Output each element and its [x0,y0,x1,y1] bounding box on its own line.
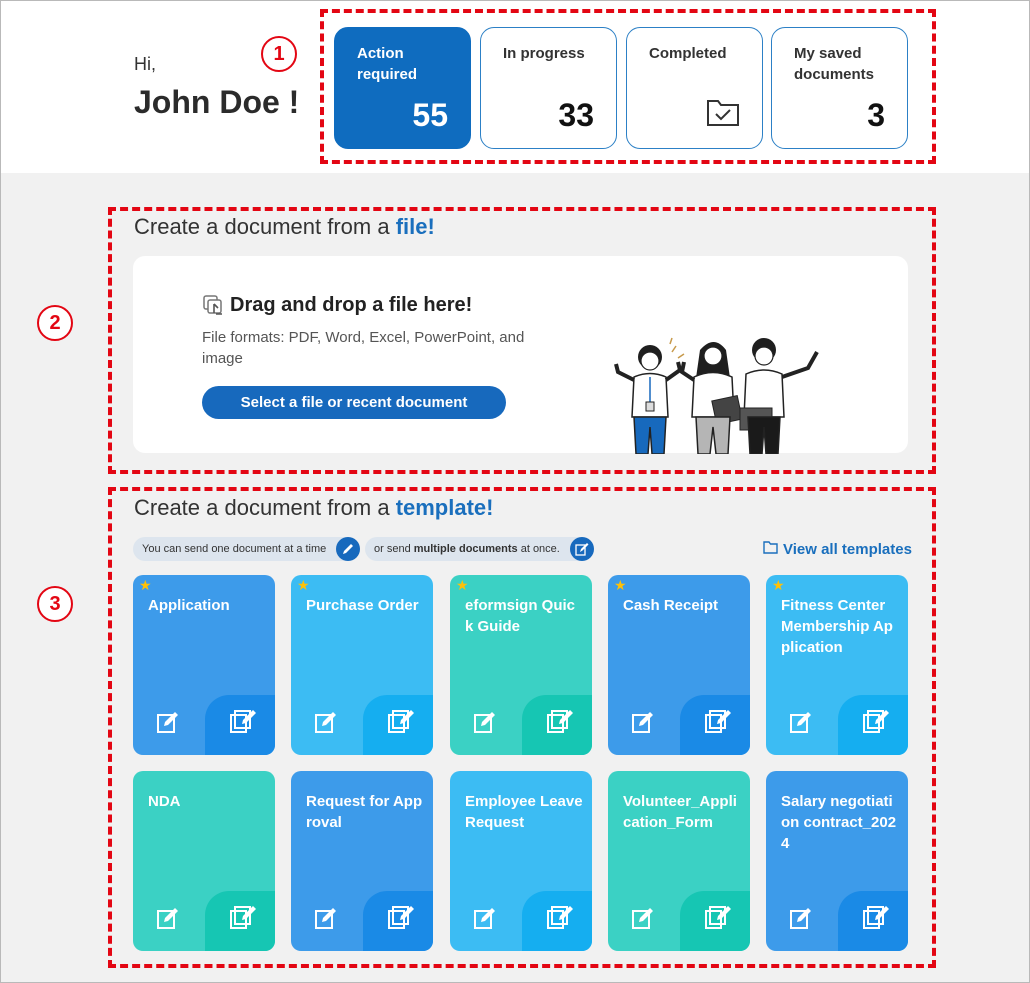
single-edit-icon[interactable] [788,709,814,740]
multi-edit-icon[interactable] [229,707,259,740]
multi-edit-icon[interactable] [387,707,417,740]
single-edit-icon[interactable] [313,709,339,740]
multi-edit-icon [570,537,594,561]
people-illustration [612,332,837,459]
template-card[interactable]: ★ Fitness Center Membership Ap plication [766,575,908,755]
highlight-box-1 [320,9,936,164]
single-edit-icon[interactable] [155,709,181,740]
multiple-send-hint[interactable]: or send multiple documents at once. [365,537,594,561]
marker-2: 2 [37,305,73,341]
template-name: Fitness Center Membership Ap plication [781,597,893,656]
marker-3: 3 [37,586,73,622]
single-edit-icon[interactable] [630,709,656,740]
folder-icon [763,541,778,558]
select-file-button[interactable]: Select a file or recent document [202,386,506,419]
single-edit-icon[interactable] [472,905,498,936]
template-card[interactable]: Volunteer_Appli cation_Form [608,771,750,951]
template-name: Salary negotiati on contract_202 4 [781,793,897,852]
template-card[interactable]: Salary negotiati on contract_202 4 [766,771,908,951]
multi-edit-icon[interactable] [704,903,734,936]
template-name: Employee Leave Request [465,793,583,831]
multi-edit-icon[interactable] [546,903,576,936]
file-formats-text: File formats: PDF, Word, Excel, PowerPoi… [202,329,525,367]
single-edit-icon[interactable] [313,905,339,936]
template-name: eformsign Quick Guide [465,597,576,635]
star-icon[interactable]: ★ [772,578,785,592]
multi-edit-icon[interactable] [229,903,259,936]
template-name: Request for App roval [306,793,423,831]
user-name: John Doe ! [134,84,300,120]
multi-edit-icon[interactable] [862,707,892,740]
template-section-title: Create a document from a template! [134,495,494,520]
template-card[interactable]: Employee Leave Request [450,771,592,951]
template-name: NDA [148,793,181,810]
single-send-hint[interactable]: You can send one document at a time [133,537,360,561]
star-icon[interactable]: ★ [456,578,469,592]
template-card[interactable]: ★ Application [133,575,275,755]
star-icon[interactable]: ★ [297,578,310,592]
single-edit-icon[interactable] [472,709,498,740]
file-section-title: Create a document from a file! [134,214,435,239]
greeting-hi: Hi, [134,54,156,74]
template-name: Application [148,597,230,614]
single-edit-icon[interactable] [630,905,656,936]
template-name: Cash Receipt [623,597,719,614]
template-name: Purchase Order [306,597,419,614]
drag-drop-icon [202,294,226,323]
marker-1: 1 [261,36,297,72]
template-card[interactable]: ★ eformsign Quick Guide [450,575,592,755]
multi-edit-icon[interactable] [704,707,734,740]
drop-title: Drag and drop a file here! [230,294,473,316]
template-card[interactable]: NDA [133,771,275,951]
multi-edit-icon[interactable] [862,903,892,936]
template-card[interactable]: ★ Cash Receipt [608,575,750,755]
multi-edit-icon[interactable] [546,707,576,740]
template-name: Volunteer_Appli cation_Form [623,793,737,831]
template-card[interactable]: ★ Purchase Order [291,575,433,755]
single-edit-icon[interactable] [155,905,181,936]
multi-edit-icon[interactable] [387,903,417,936]
view-all-templates-link[interactable]: View all templates [763,541,912,558]
template-card[interactable]: Request for App roval [291,771,433,951]
edit-icon [336,537,360,561]
single-edit-icon[interactable] [788,905,814,936]
star-icon[interactable]: ★ [139,578,152,592]
star-icon[interactable]: ★ [614,578,627,592]
